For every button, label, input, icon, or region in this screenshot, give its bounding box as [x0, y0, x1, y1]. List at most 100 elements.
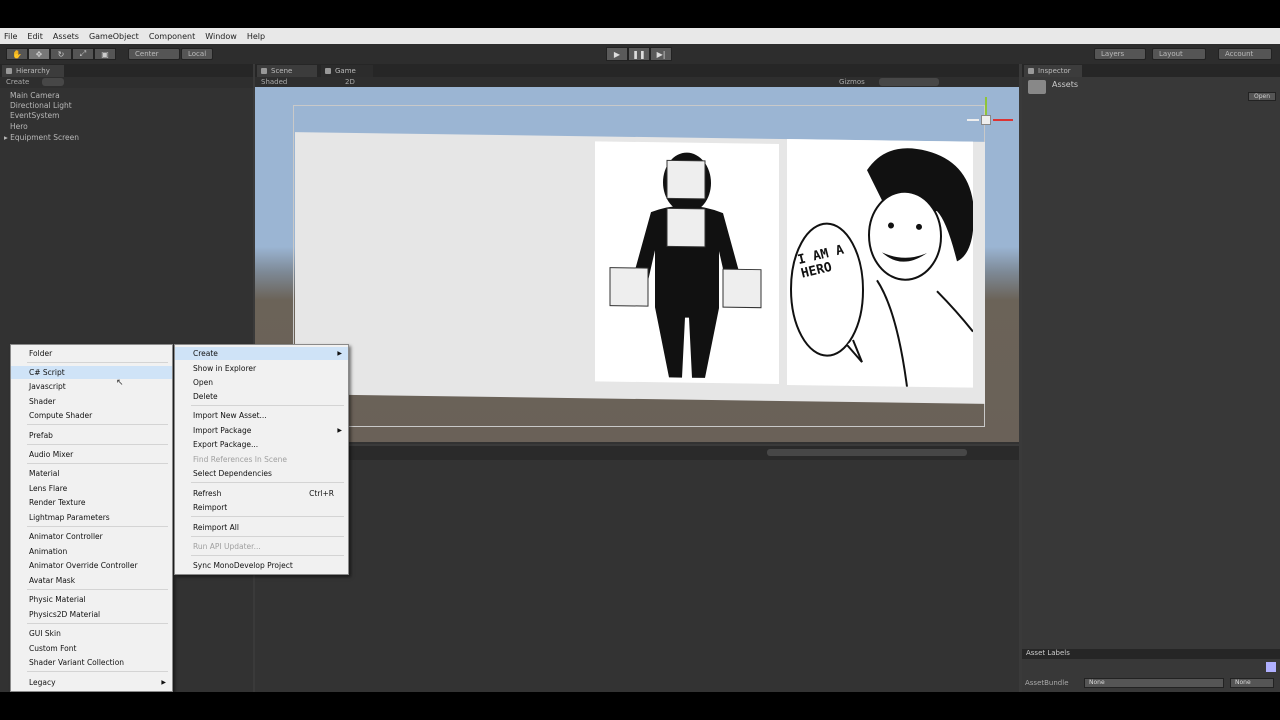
shading-dropdown[interactable]: Shaded	[261, 78, 287, 86]
equipment-screen-panel[interactable]: I AM A HERO	[295, 132, 985, 404]
gizmo-x-neg-icon[interactable]	[967, 119, 979, 121]
menu-help[interactable]: Help	[247, 32, 265, 41]
hand-tool-icon[interactable]: ✋	[6, 48, 28, 60]
assetbundle-variant-dropdown[interactable]: None	[1230, 678, 1274, 688]
space-toggle[interactable]: Local	[181, 48, 213, 60]
step-button[interactable]: ▶|	[650, 47, 672, 61]
menu-item-import-new-asset[interactable]: Import New Asset...	[175, 409, 348, 422]
tab-game[interactable]: Game	[321, 65, 373, 77]
menu-item-export-package[interactable]: Export Package...	[175, 438, 348, 451]
game-tab-label: Game	[335, 67, 356, 75]
menu-item-gui-skin[interactable]: GUI Skin	[11, 627, 172, 640]
menu-item-run-api-updater[interactable]: Run API Updater...	[175, 540, 348, 553]
menu-item-reimport-all[interactable]: Reimport All	[175, 521, 348, 534]
menu-bar: File Edit Assets GameObject Component Wi…	[0, 28, 1280, 44]
move-tool-icon[interactable]: ✥	[28, 48, 50, 60]
menu-item-audio-mixer[interactable]: Audio Mixer	[11, 448, 172, 461]
hero-comic-image[interactable]: I AM A HERO	[787, 139, 974, 388]
menu-item-avatar-mask[interactable]: Avatar Mask	[11, 574, 172, 587]
gizmo-center-icon[interactable]	[981, 115, 991, 125]
equipment-figure-image[interactable]	[595, 141, 779, 384]
menu-item-create[interactable]: Create ▶	[175, 347, 348, 360]
menu-item-legacy[interactable]: Legacy ▶	[11, 676, 172, 689]
menu-item-javascript[interactable]: Javascript	[11, 380, 172, 393]
hierarchy-item[interactable]: Hero	[10, 122, 28, 131]
menu-item-import-package[interactable]: Import Package ▶	[175, 424, 348, 437]
menu-item-reimport[interactable]: Reimport	[175, 501, 348, 514]
menu-item-csharp-script[interactable]: C# Script	[11, 366, 172, 379]
menu-item-lens-flare[interactable]: Lens Flare	[11, 482, 172, 495]
menu-window[interactable]: Window	[205, 32, 237, 41]
scene-tab-row: Scene Game	[255, 64, 1019, 77]
menu-item-physic-material[interactable]: Physic Material	[11, 593, 172, 606]
menu-item-select-dependencies[interactable]: Select Dependencies	[175, 467, 348, 480]
menu-edit[interactable]: Edit	[27, 32, 43, 41]
pause-button[interactable]: ❚❚	[628, 47, 650, 61]
menu-item-open[interactable]: Open	[175, 376, 348, 389]
tab-inspector[interactable]: Inspector	[1024, 65, 1082, 77]
hierarchy-item[interactable]: EventSystem	[10, 111, 59, 120]
assetbundle-dropdown[interactable]: None	[1084, 678, 1224, 688]
play-button[interactable]: ▶	[606, 47, 628, 61]
rotate-tool-icon[interactable]: ↻	[50, 48, 72, 60]
menu-separator	[27, 463, 168, 464]
hierarchy-item[interactable]: Directional Light	[10, 101, 72, 110]
tag-icon[interactable]	[1266, 662, 1276, 672]
menu-item-physics2d-material[interactable]: Physics2D Material	[11, 608, 172, 621]
menu-item-folder[interactable]: Folder	[11, 347, 172, 360]
mouse-cursor-icon: ↖	[116, 378, 124, 388]
open-button[interactable]: Open	[1248, 92, 1276, 101]
pivot-toggle[interactable]: Center	[128, 48, 180, 60]
hierarchy-tab-label: Hierarchy	[16, 67, 50, 75]
menu-component[interactable]: Component	[149, 32, 195, 41]
menu-assets[interactable]: Assets	[53, 32, 79, 41]
menu-item-show-in-explorer[interactable]: Show in Explorer	[175, 362, 348, 375]
inspector-title: Assets	[1052, 80, 1079, 89]
create-label: Create	[193, 349, 218, 358]
scale-tool-icon[interactable]: ⤢	[72, 48, 94, 60]
scene-search-input[interactable]	[879, 78, 939, 86]
menu-item-custom-font[interactable]: Custom Font	[11, 642, 172, 655]
menu-item-prefab[interactable]: Prefab	[11, 429, 172, 442]
rect-tool-icon[interactable]: ▣	[94, 48, 116, 60]
gizmo-x-axis-icon[interactable]	[993, 119, 1013, 121]
hierarchy-search-input[interactable]	[42, 78, 64, 86]
hierarchy-item[interactable]: Main Camera	[10, 91, 60, 100]
menu-item-compute-shader[interactable]: Compute Shader	[11, 409, 172, 422]
menu-gameobject[interactable]: GameObject	[89, 32, 139, 41]
menu-item-animator-controller[interactable]: Animator Controller	[11, 530, 172, 543]
layout-dropdown[interactable]: Layout	[1152, 48, 1206, 60]
hierarchy-subbar: Create	[0, 77, 253, 88]
menu-separator	[191, 555, 344, 556]
menu-item-find-references[interactable]: Find References In Scene	[175, 453, 348, 466]
tab-scene[interactable]: Scene	[257, 65, 317, 77]
letterbox-bottom	[0, 692, 1280, 720]
menu-file[interactable]: File	[4, 32, 17, 41]
menu-separator	[27, 362, 168, 363]
hierarchy-item[interactable]: ▸ Equipment Screen	[4, 133, 79, 142]
refresh-shortcut: Ctrl+R	[309, 489, 334, 498]
hierarchy-create-button[interactable]: Create	[6, 78, 29, 86]
menu-item-refresh[interactable]: Refresh Ctrl+R	[175, 487, 348, 500]
assetbundle-label: AssetBundle	[1025, 679, 1069, 687]
menu-item-shader-variant-collection[interactable]: Shader Variant Collection	[11, 656, 172, 669]
hierarchy-item-label: Equipment Screen	[10, 133, 80, 142]
layers-dropdown[interactable]: Layers	[1094, 48, 1146, 60]
menu-item-shader[interactable]: Shader	[11, 395, 172, 408]
menu-item-animator-override-controller[interactable]: Animator Override Controller	[11, 559, 172, 572]
menu-item-delete[interactable]: Delete	[175, 390, 348, 403]
tab-hierarchy[interactable]: Hierarchy	[2, 65, 64, 77]
create-submenu: Folder C# Script Javascript Shader Compu…	[10, 344, 173, 692]
menu-item-sync-monodevelop[interactable]: Sync MonoDevelop Project	[175, 559, 348, 572]
menu-item-material[interactable]: Material	[11, 467, 172, 480]
menu-item-animation[interactable]: Animation	[11, 545, 172, 558]
project-search-input[interactable]	[767, 449, 967, 456]
inspector-tab-label: Inspector	[1038, 67, 1071, 75]
inspector-tab-row: Inspector	[1022, 64, 1280, 77]
mode-2d-toggle[interactable]: 2D	[345, 78, 355, 86]
account-dropdown[interactable]: Account	[1218, 48, 1272, 60]
menu-item-lightmap-parameters[interactable]: Lightmap Parameters	[11, 511, 172, 524]
menu-item-render-texture[interactable]: Render Texture	[11, 496, 172, 509]
scene-viewport[interactable]: I AM A HERO	[255, 87, 1019, 442]
gizmos-dropdown[interactable]: Gizmos	[839, 78, 865, 86]
